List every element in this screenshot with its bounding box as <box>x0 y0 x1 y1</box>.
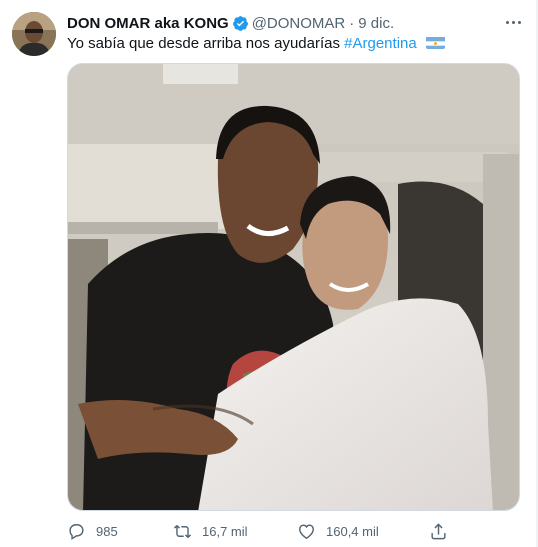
header-separator: · <box>349 14 355 32</box>
tweet-actions: 985 16,7 mil 160,4 mil <box>67 521 467 541</box>
share-button[interactable] <box>429 521 458 541</box>
reply-count: 985 <box>96 523 118 539</box>
author-name[interactable]: DON OMAR aka KONG <box>67 15 229 32</box>
share-icon <box>431 522 446 539</box>
hashtag-link[interactable]: #Argentina <box>344 35 417 52</box>
tweet-text: Yo sabía que desde arriba nos ayudarías … <box>67 34 445 54</box>
tweet-card[interactable]: DON OMAR aka KONG @DONOMAR · 9 dic. Yo s… <box>0 0 536 547</box>
reply-button[interactable]: 985 <box>67 521 118 541</box>
tweet-date[interactable]: 9 dic. <box>358 15 394 32</box>
retweet-button[interactable]: 16,7 mil <box>173 521 248 541</box>
verified-badge-icon <box>232 15 248 31</box>
tweet-photo[interactable] <box>67 63 520 511</box>
like-button[interactable]: 160,4 mil <box>297 521 379 541</box>
author-handle[interactable]: @DONOMAR <box>252 15 346 32</box>
tweet-text-body: Yo sabía que desde arriba nos ayudarías <box>67 35 340 52</box>
heart-icon <box>299 523 314 539</box>
more-options-icon[interactable] <box>500 12 526 32</box>
reply-icon <box>69 523 84 540</box>
retweet-count: 16,7 mil <box>202 523 248 539</box>
tweet-header: DON OMAR aka KONG @DONOMAR · 9 dic. <box>67 13 394 33</box>
retweet-icon <box>173 524 192 538</box>
author-avatar[interactable] <box>12 12 56 56</box>
argentina-flag-icon <box>425 36 445 49</box>
like-count: 160,4 mil <box>326 523 379 539</box>
